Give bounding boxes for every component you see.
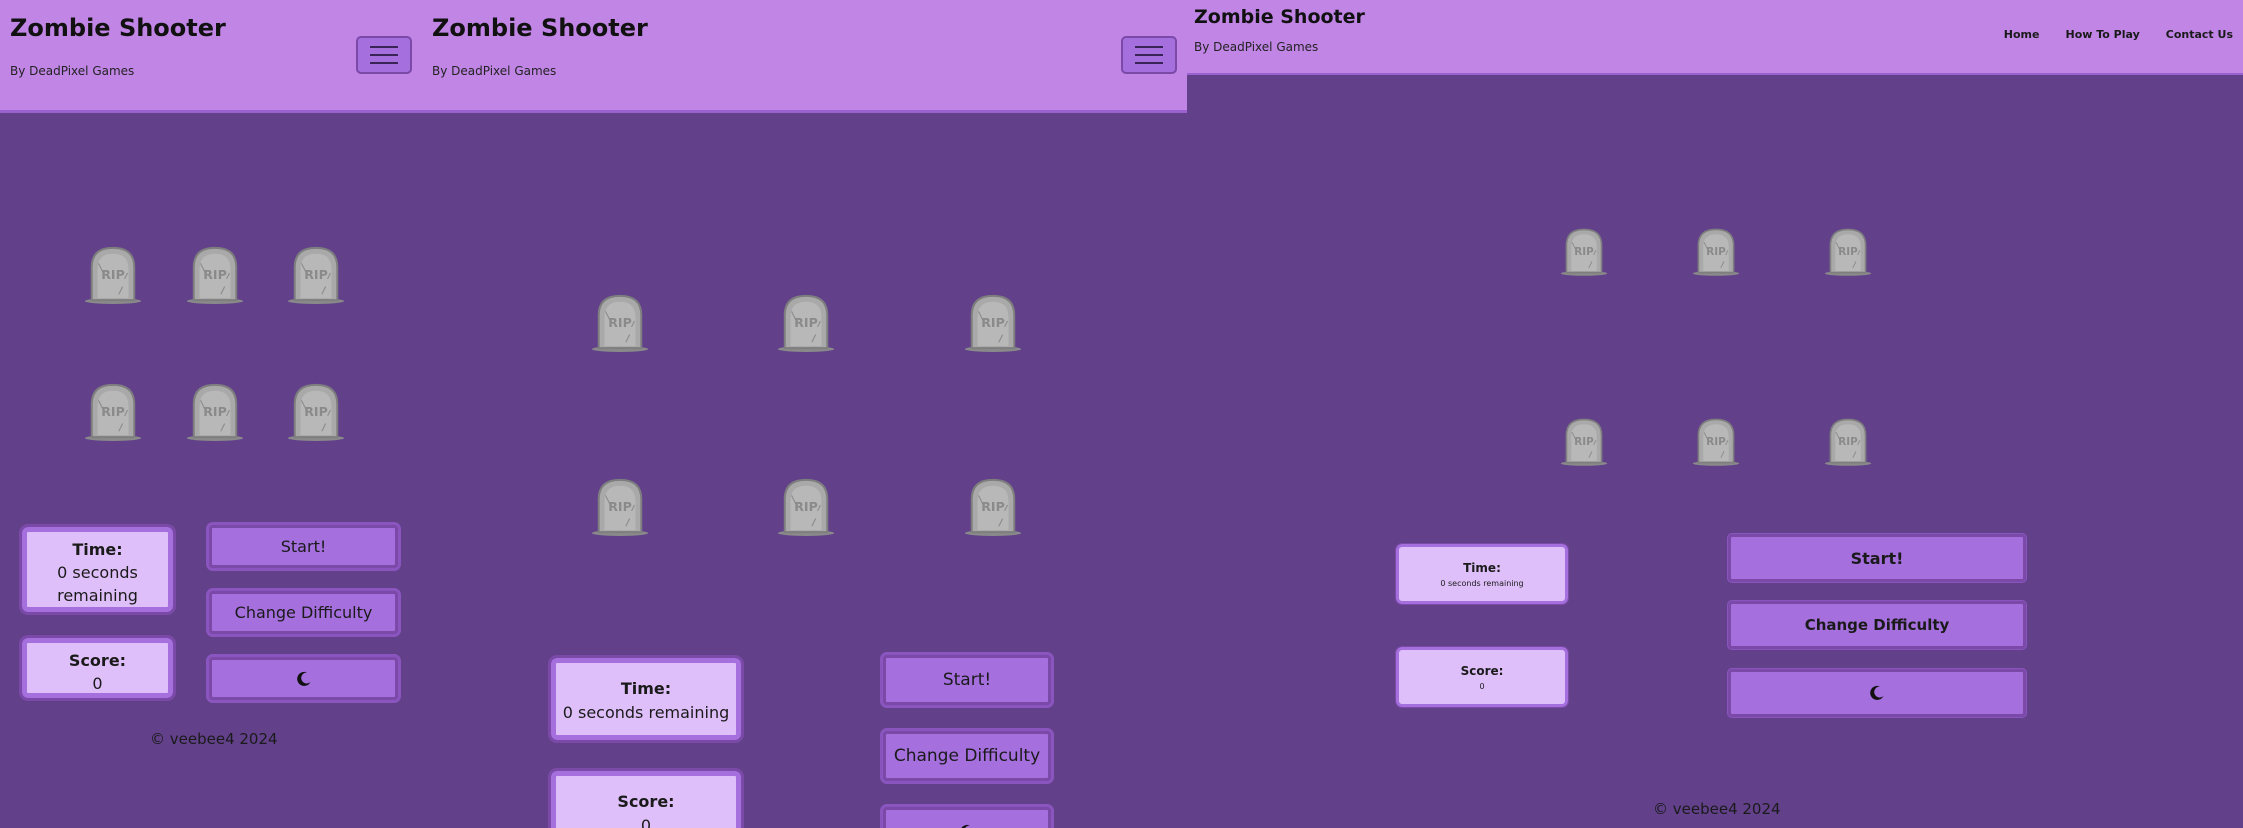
time-display: Time: 0 seconds remaining xyxy=(1395,543,1569,605)
start-button[interactable]: Start! xyxy=(880,652,1054,708)
hamburger-menu-icon xyxy=(1135,62,1163,64)
tombstone-icon[interactable]: RIP xyxy=(1692,416,1740,466)
moon-icon xyxy=(1869,685,1885,701)
tombstone-icon[interactable]: RIP xyxy=(186,244,244,304)
tombstone-icon[interactable]: RIP xyxy=(84,381,142,441)
tombstone-icon[interactable]: RIP xyxy=(186,381,244,441)
tombstone-icon[interactable]: RIP xyxy=(1692,226,1740,276)
svg-text:RIP: RIP xyxy=(794,499,818,514)
time-value: 0 seconds remaining xyxy=(1440,579,1524,588)
tombstone-icon[interactable]: RIP xyxy=(1824,226,1872,276)
score-display: Score: 0 xyxy=(548,768,744,828)
main-nav: Home How To Play Contact Us xyxy=(2004,28,2233,41)
time-value: 0 seconds remaining xyxy=(57,563,138,605)
footer-copyright: © veebee4 2024 xyxy=(1653,800,1781,818)
hamburger-menu-icon xyxy=(370,62,398,64)
nav-link-how-to-play[interactable]: How To Play xyxy=(2065,28,2139,41)
time-display: Time: 0 seconds remaining xyxy=(19,524,176,615)
tombstone-icon[interactable]: RIP xyxy=(964,476,1022,536)
site-byline: By DeadPixel Games xyxy=(10,64,135,78)
tombstone-icon[interactable]: RIP xyxy=(591,292,649,352)
svg-text:RIP: RIP xyxy=(304,267,328,282)
moon-icon xyxy=(959,824,975,828)
svg-text:RIP: RIP xyxy=(1706,246,1726,258)
site-title: Zombie Shooter xyxy=(432,14,648,42)
svg-text:RIP: RIP xyxy=(1574,246,1594,258)
tombstone-icon[interactable]: RIP xyxy=(1560,226,1608,276)
tombstone-icon[interactable]: RIP xyxy=(777,476,835,536)
svg-text:RIP: RIP xyxy=(101,404,125,419)
nav-link-contact-us[interactable]: Contact Us xyxy=(2166,28,2233,41)
tombstone-icon[interactable]: RIP xyxy=(777,292,835,352)
svg-text:RIP: RIP xyxy=(101,267,125,282)
svg-text:RIP: RIP xyxy=(1574,436,1594,448)
start-button[interactable]: Start! xyxy=(1727,533,2027,583)
hamburger-menu-icon xyxy=(1135,46,1163,48)
moon-icon xyxy=(296,671,312,687)
hamburger-menu-button[interactable] xyxy=(356,36,412,74)
time-label: Time: xyxy=(72,540,123,559)
wide-layout-view: Zombie Shooter By DeadPixel Games Home H… xyxy=(1187,0,2243,828)
change-difficulty-button[interactable]: Change Difficulty xyxy=(880,728,1054,784)
score-label: Score: xyxy=(617,792,675,811)
svg-text:RIP: RIP xyxy=(794,315,818,330)
site-title: Zombie Shooter xyxy=(1194,6,1365,28)
score-label: Score: xyxy=(1460,664,1504,678)
time-label: Time: xyxy=(620,679,672,698)
svg-text:RIP: RIP xyxy=(608,499,632,514)
score-value: 0 xyxy=(92,674,103,693)
theme-toggle-button[interactable] xyxy=(206,654,401,703)
site-byline: By DeadPixel Games xyxy=(432,64,557,78)
svg-text:RIP: RIP xyxy=(608,315,632,330)
hamburger-menu-button[interactable] xyxy=(1121,36,1177,74)
tombstone-icon[interactable]: RIP xyxy=(287,244,345,304)
svg-text:RIP: RIP xyxy=(203,267,227,282)
svg-text:RIP: RIP xyxy=(304,404,328,419)
start-button[interactable]: Start! xyxy=(206,522,401,571)
site-byline: By DeadPixel Games xyxy=(1194,40,1319,54)
nav-link-home[interactable]: Home xyxy=(2004,28,2040,41)
score-label: Score: xyxy=(68,651,127,670)
narrow-layout-view: Zombie Shooter By DeadPixel Games RIP RI… xyxy=(0,0,422,828)
score-display: Score: 0 xyxy=(19,635,176,701)
change-difficulty-label: Change Difficulty xyxy=(893,746,1041,766)
start-button-label: Start! xyxy=(280,537,327,556)
tombstone-icon[interactable]: RIP xyxy=(964,292,1022,352)
svg-text:RIP: RIP xyxy=(981,315,1005,330)
svg-text:RIP: RIP xyxy=(1706,436,1726,448)
svg-text:RIP: RIP xyxy=(1838,246,1858,258)
start-button-label: Start! xyxy=(942,670,992,690)
site-title: Zombie Shooter xyxy=(10,14,226,42)
change-difficulty-button[interactable]: Change Difficulty xyxy=(1727,600,2027,650)
site-header: Zombie Shooter By DeadPixel Games xyxy=(0,0,422,113)
change-difficulty-button[interactable]: Change Difficulty xyxy=(206,588,401,637)
start-button-label: Start! xyxy=(1850,548,1904,568)
tombstone-icon[interactable]: RIP xyxy=(591,476,649,536)
time-label: Time: xyxy=(1463,561,1501,575)
svg-text:RIP: RIP xyxy=(1838,436,1858,448)
footer-copyright: © veebee4 2024 xyxy=(150,730,278,748)
svg-text:RIP: RIP xyxy=(203,404,227,419)
change-difficulty-label: Change Difficulty xyxy=(1804,616,1950,634)
site-header: Zombie Shooter By DeadPixel Games xyxy=(422,0,1187,113)
medium-layout-view: Zombie Shooter By DeadPixel Games RIP RI… xyxy=(422,0,1187,828)
change-difficulty-label: Change Difficulty xyxy=(234,603,373,622)
hamburger-menu-icon xyxy=(370,54,398,56)
theme-toggle-button[interactable] xyxy=(880,804,1054,828)
theme-toggle-button[interactable] xyxy=(1727,668,2027,718)
time-display: Time: 0 seconds remaining xyxy=(548,655,744,743)
tombstone-icon[interactable]: RIP xyxy=(1560,416,1608,466)
hamburger-menu-icon xyxy=(370,46,398,48)
score-value: 0 xyxy=(1479,682,1485,691)
hamburger-menu-icon xyxy=(1135,54,1163,56)
tombstone-icon[interactable]: RIP xyxy=(287,381,345,441)
score-value: 0 xyxy=(640,816,652,828)
time-value: 0 seconds remaining xyxy=(562,703,730,722)
svg-text:RIP: RIP xyxy=(981,499,1005,514)
tombstone-icon[interactable]: RIP xyxy=(84,244,142,304)
site-header: Zombie Shooter By DeadPixel Games Home H… xyxy=(1187,0,2243,75)
tombstone-icon[interactable]: RIP xyxy=(1824,416,1872,466)
score-display: Score: 0 xyxy=(1395,646,1569,708)
